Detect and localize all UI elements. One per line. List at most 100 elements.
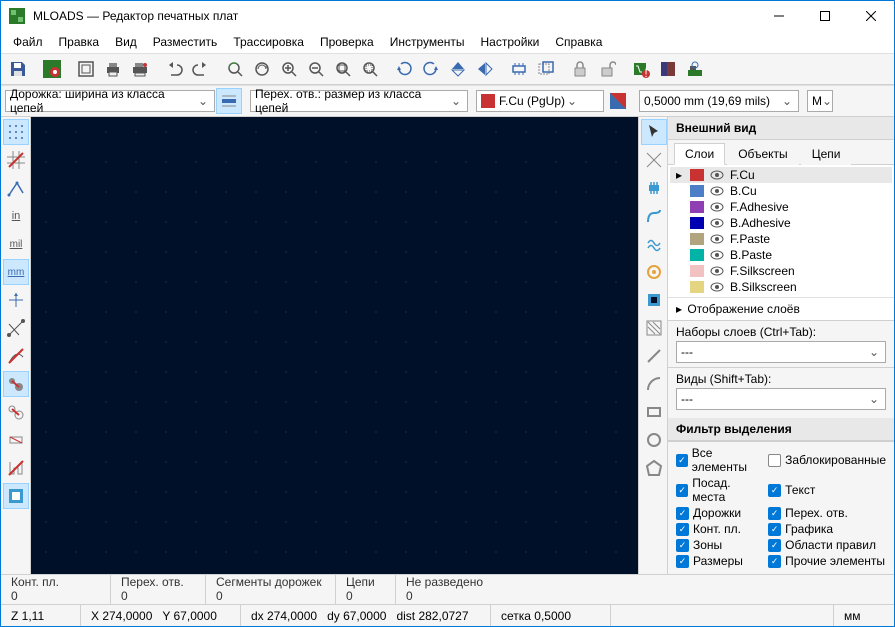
visibility-icon[interactable]: [710, 250, 724, 260]
undo-button[interactable]: [161, 56, 187, 82]
3d-viewer-button[interactable]: [682, 56, 708, 82]
layer-color-swatch[interactable]: [690, 233, 704, 245]
ratsnest-curved-button[interactable]: [3, 343, 29, 369]
filter-checkbox[interactable]: ✓Все элементы: [676, 446, 762, 474]
unlock-button[interactable]: [594, 56, 620, 82]
filter-checkbox[interactable]: ✓Дорожки: [676, 506, 762, 520]
footprint-editor-button[interactable]: [506, 56, 532, 82]
route-diff-pair-button[interactable]: [641, 231, 667, 257]
menu-help[interactable]: Справка: [547, 33, 610, 51]
layer-color-swatch[interactable]: [690, 217, 704, 229]
menu-file[interactable]: Файл: [5, 33, 51, 51]
viewports-select[interactable]: ---⌄: [676, 388, 886, 410]
zoom-redraw-button[interactable]: [249, 56, 275, 82]
zoom-in-button[interactable]: [276, 56, 302, 82]
page-settings-button[interactable]: [73, 56, 99, 82]
layer-row[interactable]: F.Silkscreen: [670, 263, 892, 279]
menu-route[interactable]: Трассировка: [225, 33, 312, 51]
zone-display-outline-button[interactable]: [3, 399, 29, 425]
layer-row[interactable]: B.Silkscreen: [670, 279, 892, 295]
cursor-shape-button[interactable]: [3, 287, 29, 313]
rotate-ccw-button[interactable]: [391, 56, 417, 82]
track-display-button[interactable]: [3, 483, 29, 509]
zoom-mode-select[interactable]: М⌄: [807, 90, 833, 112]
menu-preferences[interactable]: Настройки: [473, 33, 548, 51]
zoom-selection-button[interactable]: [357, 56, 383, 82]
place-polygon-button[interactable]: [641, 455, 667, 481]
grid-dots-button[interactable]: [3, 119, 29, 145]
layer-presets-select[interactable]: ---⌄: [676, 341, 886, 363]
zone-display-filled-button[interactable]: [3, 371, 29, 397]
units-in-button[interactable]: in: [3, 203, 29, 229]
pcb-canvas[interactable]: [31, 117, 638, 574]
zoom-fit-button[interactable]: [330, 56, 356, 82]
plot-button[interactable]: [127, 56, 153, 82]
flip-vertical-button[interactable]: [445, 56, 471, 82]
highlight-net-button[interactable]: [641, 147, 667, 173]
layer-color-swatch[interactable]: [690, 281, 704, 293]
layer-row[interactable]: F.Paste: [670, 231, 892, 247]
place-line-button[interactable]: [641, 343, 667, 369]
flip-horizontal-button[interactable]: [472, 56, 498, 82]
minimize-button[interactable]: [756, 1, 802, 31]
layer-row[interactable]: B.Paste: [670, 247, 892, 263]
units-mm-button[interactable]: mm: [3, 259, 29, 285]
layer-color-swatch[interactable]: [690, 169, 704, 181]
units-mil-button[interactable]: mil: [3, 231, 29, 257]
layer-color-swatch[interactable]: [690, 185, 704, 197]
zoom-out-button[interactable]: [303, 56, 329, 82]
pad-display-button[interactable]: [3, 427, 29, 453]
place-arc-button[interactable]: [641, 371, 667, 397]
menu-edit[interactable]: Правка: [51, 33, 108, 51]
layer-color-swatch[interactable]: [690, 249, 704, 261]
menu-place[interactable]: Разместить: [145, 33, 226, 51]
layer-row[interactable]: ▸F.Cu: [670, 167, 892, 183]
visibility-icon[interactable]: [710, 202, 724, 212]
filter-checkbox[interactable]: ✓Размеры: [676, 554, 762, 568]
display-layers-toggle[interactable]: ▸ Отображение слоёв: [668, 297, 894, 320]
lock-button[interactable]: [567, 56, 593, 82]
filter-checkbox[interactable]: ✓Прочие элементы: [768, 554, 886, 568]
place-zone-button[interactable]: [641, 287, 667, 313]
place-rect-button[interactable]: [641, 399, 667, 425]
filter-checkbox[interactable]: ✓Зоны: [676, 538, 762, 552]
tab-nets[interactable]: Цепи: [801, 143, 852, 165]
layer-color-swatch[interactable]: [690, 265, 704, 277]
tab-layers[interactable]: Слои: [674, 143, 725, 165]
redo-button[interactable]: [188, 56, 214, 82]
via-size-select[interactable]: Перех. отв.: размер из класса цепей⌄: [250, 90, 468, 112]
filter-checkbox[interactable]: ✓Перех. отв.: [768, 506, 886, 520]
visibility-icon[interactable]: [710, 218, 724, 228]
layer-color-swatch[interactable]: [690, 201, 704, 213]
update-pcb-button[interactable]: [533, 56, 559, 82]
menu-view[interactable]: Вид: [107, 33, 145, 51]
layer-row[interactable]: F.Adhesive: [670, 199, 892, 215]
visibility-icon[interactable]: [710, 186, 724, 196]
layer-pair-button[interactable]: [605, 88, 631, 114]
place-via-button[interactable]: [641, 259, 667, 285]
tab-objects[interactable]: Объекты: [727, 143, 799, 165]
filter-checkbox[interactable]: ✓Посад. места: [676, 476, 762, 504]
visibility-icon[interactable]: [710, 282, 724, 292]
board-setup-button[interactable]: [39, 56, 65, 82]
save-button[interactable]: [5, 56, 31, 82]
route-track-button[interactable]: [641, 203, 667, 229]
auto-track-width-button[interactable]: [216, 88, 242, 114]
layer-select[interactable]: F.Cu (PgUp) ⌄: [476, 90, 604, 112]
ratsnest-button[interactable]: [3, 315, 29, 341]
maximize-button[interactable]: [802, 1, 848, 31]
rotate-cw-button[interactable]: [418, 56, 444, 82]
scripting-button[interactable]: [655, 56, 681, 82]
filter-checkbox[interactable]: ✓Текст: [768, 476, 886, 504]
select-tool-button[interactable]: [641, 119, 667, 145]
visibility-icon[interactable]: [710, 170, 724, 180]
filter-checkbox[interactable]: ✓Графика: [768, 522, 886, 536]
track-width-select[interactable]: Дорожка: ширина из класса цепей⌄: [5, 90, 215, 112]
visibility-icon[interactable]: [710, 234, 724, 244]
layer-row[interactable]: B.Adhesive: [670, 215, 892, 231]
print-button[interactable]: [100, 56, 126, 82]
zoom-refresh-button[interactable]: [222, 56, 248, 82]
grid-select[interactable]: 0,5000 mm (19,69 mils)⌄: [639, 90, 799, 112]
grid-lines-button[interactable]: [3, 147, 29, 173]
drc-button[interactable]: !: [628, 56, 654, 82]
